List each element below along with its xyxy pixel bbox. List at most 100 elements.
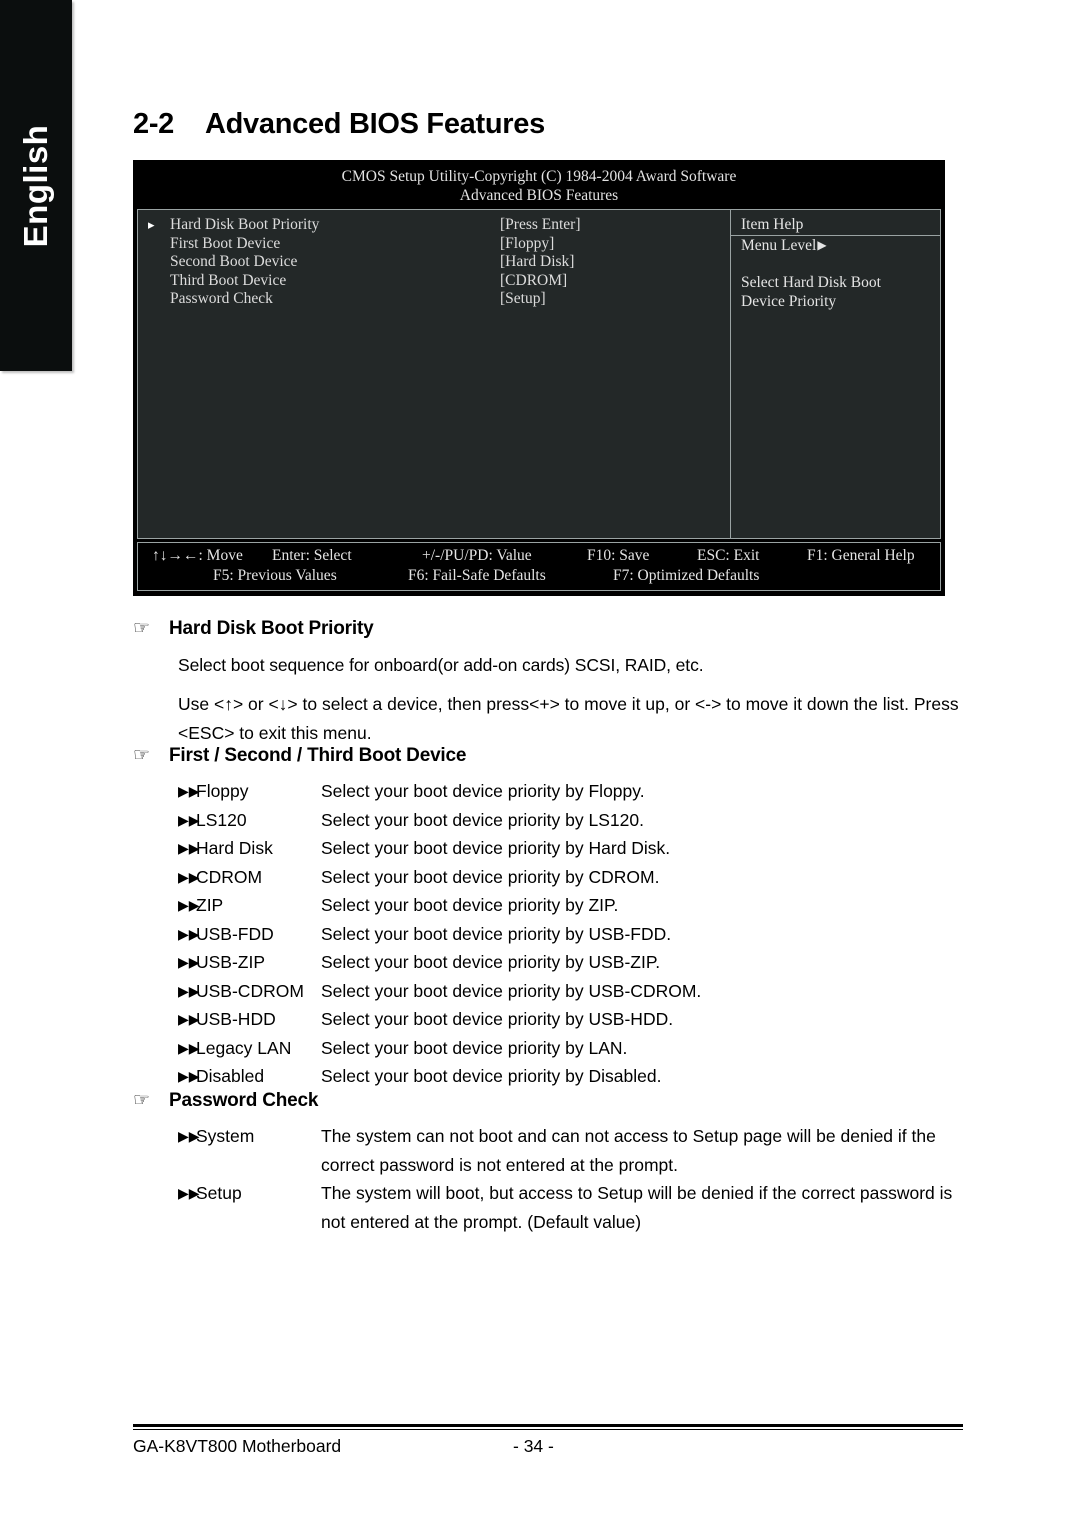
- section-hard-disk-boot-priority: ☞ Hard Disk Boot Priority Select boot se…: [133, 618, 963, 748]
- bios-option-value[interactable]: [Hard Disk]: [500, 253, 574, 272]
- section-heading: ☞ Password Check: [133, 1090, 963, 1112]
- page-footer: GA-K8VT800 Motherboard - 34 -: [133, 1424, 963, 1459]
- menu-level-label: Menu Level: [741, 237, 817, 254]
- section-heading-label: Hard Disk Boot Priority: [169, 618, 374, 639]
- section-paragraph-2: Use <↑> or <↓> to select a device, then …: [133, 680, 963, 748]
- double-chevron-icon: ▶▶: [178, 783, 200, 799]
- footer-product-name: GA-K8VT800 Motherboard: [133, 1436, 342, 1456]
- double-chevron-icon: ▶▶: [178, 1068, 200, 1084]
- list-item: ▶▶ CDROM Select your boot device priorit…: [178, 863, 963, 892]
- list-item-description-line-2: not entered at the prompt. (Default valu…: [321, 1211, 642, 1232]
- language-tab-label: English: [17, 124, 54, 247]
- list-item-description: Select your boot device priority by Flop…: [321, 781, 645, 801]
- list-item: ▶▶ System The system can not boot and ca…: [178, 1122, 963, 1179]
- list-item-term: USB-HDD: [196, 1009, 276, 1029]
- list-item: ▶▶ USB-HDD Select your boot device prior…: [178, 1005, 963, 1034]
- list-item: ▶▶ USB-FDD Select your boot device prior…: [178, 920, 963, 949]
- list-item-description: Select your boot device priority by LAN.: [321, 1037, 628, 1058]
- page-title: 2-2 Advanced BIOS Features: [133, 108, 545, 141]
- bios-options-list: ▸ Hard Disk Boot Priority [Press Enter] …: [138, 210, 730, 538]
- footer-page-number: - 34 -: [513, 1436, 554, 1456]
- key-f1-general-help: F1: General Help: [807, 547, 915, 564]
- boot-device-list: ▶▶ Floppy Select your boot device priori…: [133, 767, 963, 1091]
- key-f5-previous-values: F5: Previous Values: [213, 567, 337, 584]
- section-paragraph-2-line-1: Use <↑> or <↓> to select a device, then …: [178, 694, 959, 714]
- menu-level-arrow-icon: ▶: [817, 238, 827, 252]
- list-item-term: Hard Disk: [196, 838, 273, 858]
- pointing-hand-icon: ☞: [133, 1090, 150, 1111]
- bios-option-label: First Boot Device: [170, 234, 281, 252]
- key-esc-exit: ESC: Exit: [697, 547, 760, 564]
- double-chevron-icon: ▶▶: [178, 1039, 200, 1056]
- section-paragraph-1: Select boot sequence for onboard(or add-…: [178, 655, 704, 675]
- section-password-check: ☞ Password Check ▶▶ System The system ca…: [133, 1090, 963, 1236]
- list-item-description: Select your boot device priority by USB-…: [321, 952, 661, 972]
- bios-title: CMOS Setup Utility-Copyright (C) 1984-20…: [341, 168, 737, 185]
- item-help-description-line2: Device Priority: [741, 292, 837, 310]
- list-item-term: Setup: [196, 1183, 242, 1203]
- key-f6-fail-safe-defaults: F6: Fail-Safe Defaults: [408, 567, 546, 584]
- item-help-description-line1: Select Hard Disk Boot: [741, 274, 881, 291]
- list-item-term: ZIP: [196, 895, 224, 915]
- pointing-hand-icon: ☞: [133, 745, 150, 766]
- bios-option-label: Hard Disk Boot Priority: [170, 216, 320, 233]
- item-help-heading: Item Help: [731, 216, 940, 236]
- chapter-title: Advanced BIOS Features: [205, 108, 545, 140]
- key-f10-save: F10: Save: [587, 547, 650, 564]
- footer-row: GA-K8VT800 Motherboard - 34 -: [133, 1430, 963, 1459]
- list-item: ▶▶ Floppy Select your boot device priori…: [178, 777, 963, 806]
- double-chevron-icon: ▶▶: [178, 1185, 200, 1201]
- bios-option-row[interactable]: First Boot Device [Floppy]: [148, 235, 730, 254]
- double-chevron-icon: ▶▶: [178, 1128, 200, 1144]
- list-item-description: Select your boot device priority by USB-…: [321, 923, 672, 944]
- list-item: ▶▶ USB-ZIP Select your boot device prior…: [178, 948, 963, 977]
- list-item-description-line-2: correct password is not entered at the p…: [321, 1154, 678, 1175]
- list-item: ▶▶ Setup The system will boot, but acces…: [178, 1179, 963, 1236]
- double-chevron-icon: ▶▶: [178, 982, 200, 999]
- key-f7-optimized-defaults: F7: Optimized Defaults: [613, 567, 760, 584]
- list-item-description-line-1: The system can not boot and can not acce…: [321, 1126, 936, 1146]
- list-item-term: System: [196, 1126, 255, 1146]
- double-chevron-icon: ▶▶: [178, 868, 200, 885]
- list-item-description: The system will boot, but access to Setu…: [321, 1179, 963, 1236]
- double-chevron-icon: ▶▶: [178, 954, 200, 970]
- list-item-description: Select your boot device priority by USB-…: [321, 980, 702, 1001]
- list-item: ▶▶ Legacy LAN Select your boot device pr…: [178, 1034, 963, 1063]
- bios-option-value[interactable]: [Setup]: [500, 290, 546, 309]
- list-item: ▶▶ ZIP Select your boot device priority …: [178, 891, 963, 920]
- list-item-description: Select your boot device priority by ZIP.: [321, 895, 619, 915]
- list-item-term: USB-FDD: [196, 923, 274, 944]
- bios-item-help-panel: Item Help Menu Level ▶ Select Hard Disk …: [731, 210, 940, 538]
- section-heading: ☞ First / Second / Third Boot Device: [133, 745, 963, 767]
- list-item-term: Disabled: [196, 1066, 265, 1086]
- bios-option-row[interactable]: Second Boot Device [Hard Disk]: [148, 253, 730, 272]
- list-item-description: Select your boot device priority by USB-…: [321, 1009, 674, 1029]
- list-item-term: USB-ZIP: [196, 952, 266, 972]
- list-item: ▶▶ Hard Disk Select your boot device pri…: [178, 834, 963, 863]
- bios-key-legend-row-2: F5: Previous Values F6: Fail-Safe Defaul…: [138, 566, 940, 586]
- key-enter-select: Enter: Select: [272, 547, 352, 564]
- bios-option-value[interactable]: [Floppy]: [500, 235, 554, 254]
- list-item-description: The system can not boot and can not acce…: [321, 1122, 963, 1179]
- bios-option-row[interactable]: Third Boot Device [CDROM]: [148, 272, 730, 291]
- key-value: +/-/PU/PD: Value: [422, 547, 532, 564]
- bios-option-value[interactable]: [Press Enter]: [500, 216, 581, 235]
- language-tab: English: [0, 0, 72, 371]
- bios-option-row[interactable]: Password Check [Setup]: [148, 290, 730, 309]
- submenu-arrow-icon: ▸: [148, 217, 155, 232]
- bios-option-row[interactable]: ▸ Hard Disk Boot Priority [Press Enter]: [148, 216, 730, 235]
- list-item-description: Select your boot device priority by CDRO…: [321, 866, 660, 887]
- list-item-term: LS120: [196, 809, 247, 830]
- bios-option-value[interactable]: [CDROM]: [500, 272, 567, 291]
- bios-option-label: Second Boot Device: [170, 253, 298, 270]
- list-item: ▶▶ LS120 Select your boot device priorit…: [178, 806, 963, 835]
- bios-body: ▸ Hard Disk Boot Priority [Press Enter] …: [137, 209, 941, 539]
- section-boot-device: ☞ First / Second / Third Boot Device ▶▶ …: [133, 745, 963, 1091]
- bios-option-label: Password Check: [170, 290, 273, 307]
- double-chevron-icon: ▶▶: [178, 1011, 200, 1027]
- list-item-description: Select your boot device priority by Hard…: [321, 838, 671, 858]
- list-item-description: Select your boot device priority by Disa…: [321, 1066, 662, 1086]
- list-item-description-line-1: The system will boot, but access to Setu…: [321, 1183, 953, 1203]
- list-item: ▶▶ Disabled Select your boot device prio…: [178, 1062, 963, 1091]
- bios-setup-screen: CMOS Setup Utility-Copyright (C) 1984-20…: [133, 160, 945, 596]
